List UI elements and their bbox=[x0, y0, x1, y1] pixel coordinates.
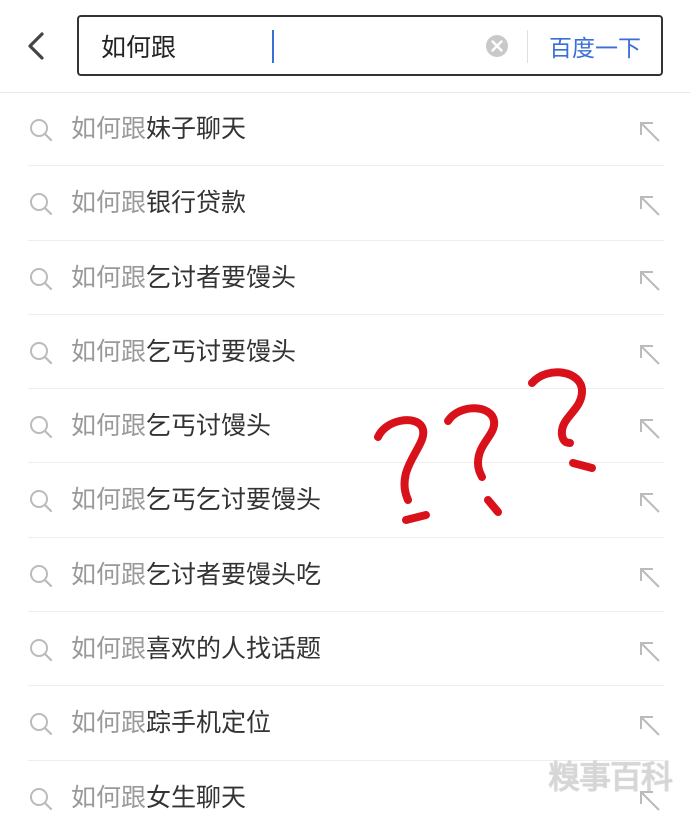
back-button[interactable] bbox=[14, 24, 58, 68]
suggestion-completion: 乞讨者要馒头吃 bbox=[146, 559, 322, 589]
suggestion-completion: 乞讨者要馒头 bbox=[146, 262, 297, 292]
suggestion-item[interactable]: 如何跟喜欢的人找话题 bbox=[0, 612, 690, 687]
search-icon bbox=[30, 267, 53, 290]
search-icon bbox=[30, 787, 53, 810]
suggestion-item[interactable]: 如何跟乞讨者要馒头吃 bbox=[0, 538, 690, 613]
suggestion-text: 如何跟乞讨者要馒头吃 bbox=[71, 556, 321, 594]
arrow-up-left-icon[interactable] bbox=[633, 709, 665, 741]
search-header: 百度一下 bbox=[0, 0, 690, 93]
suggestion-query: 如何跟 bbox=[71, 708, 147, 738]
suggestion-completion: 踪手机定位 bbox=[146, 708, 272, 738]
suggestion-item[interactable]: 如何跟乞丐讨馒头 bbox=[0, 389, 690, 464]
suggestion-item[interactable]: 如何跟银行贷款 bbox=[0, 166, 690, 241]
search-submit-button[interactable]: 百度一下 bbox=[537, 24, 653, 68]
search-icon bbox=[30, 341, 53, 364]
suggestion-text: 如何跟踪手机定位 bbox=[71, 704, 271, 742]
text-caret bbox=[272, 30, 274, 63]
suggestion-completion: 妹子聊天 bbox=[146, 114, 247, 143]
suggestion-list: 如何跟妹子聊天 如何跟银行贷款 如何跟乞讨者要馒头 如何跟乞丐讨要馒头 如何跟乞… bbox=[0, 92, 690, 835]
search-icon bbox=[30, 713, 53, 736]
arrow-up-left-icon[interactable] bbox=[633, 264, 665, 296]
suggestion-text: 如何跟银行贷款 bbox=[71, 184, 246, 222]
arrow-up-left-icon[interactable] bbox=[633, 486, 665, 518]
suggestion-item[interactable]: 如何跟踪手机定位 bbox=[0, 686, 690, 761]
clear-icon[interactable] bbox=[485, 34, 509, 58]
suggestion-item[interactable]: 如何跟妹子聊天 bbox=[0, 92, 690, 167]
suggestion-query: 如何跟 bbox=[71, 559, 147, 589]
search-icon bbox=[30, 639, 53, 662]
suggestion-completion: 乞丐乞讨要馒头 bbox=[146, 485, 322, 515]
arrow-up-left-icon[interactable] bbox=[633, 189, 665, 221]
suggestion-query: 如何跟 bbox=[71, 634, 147, 664]
suggestion-query: 如何跟 bbox=[71, 782, 147, 812]
suggestion-text: 如何跟乞讨者要馒头 bbox=[71, 259, 296, 297]
suggestion-query: 如何跟 bbox=[71, 114, 147, 143]
suggestion-completion: 乞丐讨馒头 bbox=[146, 411, 272, 441]
arrow-up-left-icon[interactable] bbox=[633, 115, 665, 147]
chevron-left-icon bbox=[28, 32, 44, 60]
search-box: 百度一下 bbox=[77, 15, 663, 76]
search-icon bbox=[30, 119, 53, 142]
suggestion-query: 如何跟 bbox=[71, 485, 147, 515]
suggestion-text: 如何跟乞丐讨馒头 bbox=[71, 407, 271, 445]
suggestion-item[interactable]: 如何跟乞丐讨要馒头 bbox=[0, 315, 690, 390]
arrow-up-left-icon[interactable] bbox=[633, 635, 665, 667]
suggestion-query: 如何跟 bbox=[71, 262, 147, 292]
suggestion-text: 如何跟喜欢的人找话题 bbox=[71, 630, 321, 668]
button-divider bbox=[527, 30, 528, 63]
arrow-up-left-icon[interactable] bbox=[633, 561, 665, 593]
search-icon bbox=[30, 416, 53, 439]
suggestion-text: 如何跟乞丐乞讨要馒头 bbox=[71, 481, 321, 519]
suggestion-completion: 乞丐讨要馒头 bbox=[146, 336, 297, 366]
suggestion-completion: 银行贷款 bbox=[146, 188, 247, 218]
suggestion-item[interactable]: 如何跟乞丐乞讨要馒头 bbox=[0, 463, 690, 538]
suggestion-text: 如何跟女生聊天 bbox=[71, 779, 246, 817]
suggestion-item[interactable]: 如何跟乞讨者要馒头 bbox=[0, 241, 690, 315]
search-icon bbox=[30, 490, 53, 513]
suggestion-text: 如何跟妹子聊天 bbox=[71, 110, 246, 148]
search-icon bbox=[30, 564, 53, 587]
suggestion-text: 如何跟乞丐讨要馒头 bbox=[71, 333, 296, 371]
watermark-logo: 糗事百科 bbox=[548, 752, 673, 802]
suggestion-query: 如何跟 bbox=[71, 188, 147, 218]
watermark-text: 糗事百科 bbox=[548, 758, 673, 796]
arrow-up-left-icon[interactable] bbox=[633, 412, 665, 444]
suggestion-query: 如何跟 bbox=[71, 411, 147, 441]
suggestion-query: 如何跟 bbox=[71, 336, 147, 366]
arrow-up-left-icon[interactable] bbox=[633, 338, 665, 370]
search-icon bbox=[30, 193, 53, 216]
suggestion-completion: 喜欢的人找话题 bbox=[146, 634, 322, 664]
suggestion-completion: 女生聊天 bbox=[146, 782, 247, 812]
search-input[interactable] bbox=[101, 25, 461, 67]
